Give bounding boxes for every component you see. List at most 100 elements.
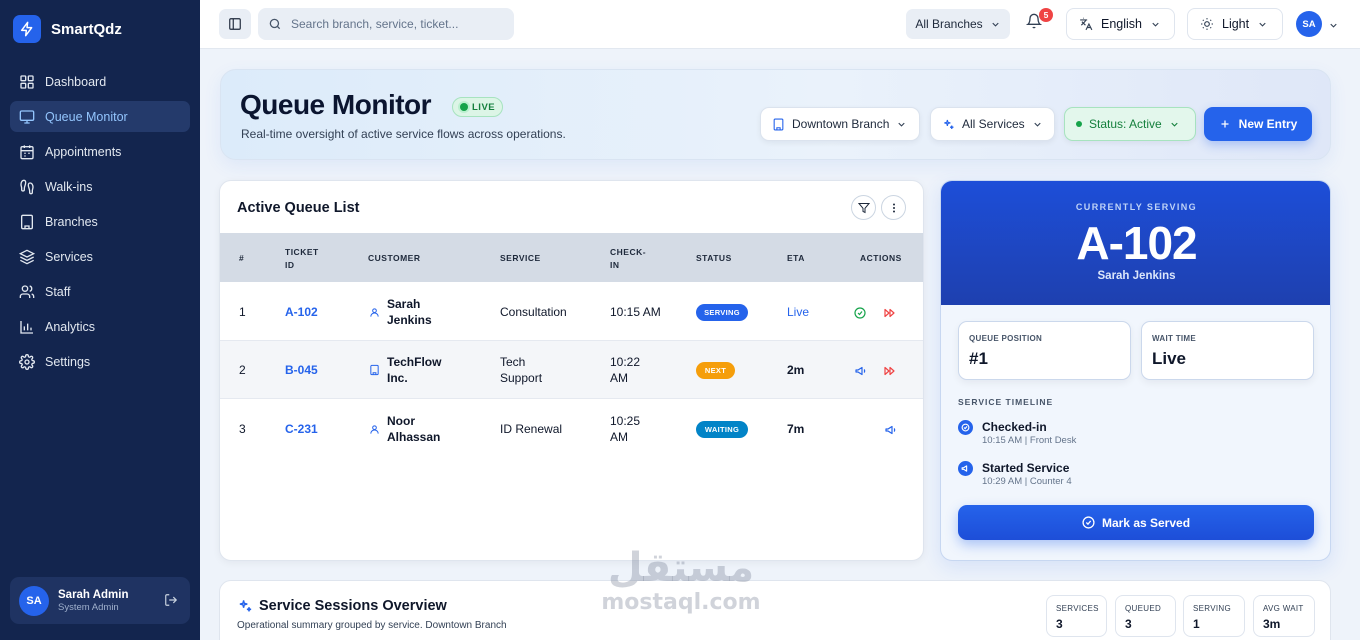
sparkles-icon	[237, 598, 253, 619]
stat-services: SERVICES 3	[1046, 595, 1107, 637]
brand[interactable]: SmartQdz	[13, 15, 122, 43]
timeline-event-name: Started Service	[982, 461, 1070, 475]
person-icon	[369, 422, 380, 440]
ticket-id-link[interactable]: B-045	[285, 362, 318, 378]
filter-icon	[857, 202, 870, 213]
avatar: SA	[19, 585, 49, 616]
megaphone-icon	[958, 461, 973, 476]
chevron-down-icon	[1034, 122, 1041, 127]
serving-label: CURRENTLY SERVING	[1075, 202, 1198, 212]
eta-value: 7m	[787, 422, 805, 436]
chevron-down-icon[interactable]	[1328, 18, 1339, 36]
stat-label: AVG WAIT	[1263, 604, 1304, 613]
row-number: 2	[239, 363, 246, 377]
megaphone-icon[interactable]	[884, 423, 897, 441]
language-dropdown[interactable]: English	[1066, 8, 1175, 40]
table-row[interactable]: 3 C-231 Noor Alhassan ID Renewal 10:25 AM …	[220, 399, 923, 457]
live-badge-label: LIVE	[472, 101, 496, 113]
customer-name-line2: Alhassan	[387, 430, 441, 444]
filter-button[interactable]	[851, 195, 876, 220]
stat-value: 3	[1056, 617, 1063, 631]
sessions-subtitle: Operational summary grouped by service. …	[237, 620, 507, 631]
branch-filter-dropdown[interactable]: All Branches	[906, 9, 1010, 39]
sidebar-item-queue-monitor[interactable]: Queue Monitor	[10, 101, 190, 132]
customer-name-line2: Inc.	[387, 371, 408, 385]
sidebar-item-label: Analytics	[45, 319, 96, 334]
sidebar-item-settings[interactable]: Settings	[10, 346, 190, 377]
wait-time-label: WAIT TIME	[1152, 334, 1197, 343]
col-number: #	[239, 253, 245, 263]
customer-name: Sarah Jenkins	[387, 296, 432, 328]
sun-icon	[1201, 18, 1213, 30]
megaphone-icon[interactable]	[854, 364, 867, 382]
user-name: Sarah Admin	[58, 588, 129, 601]
stat-avg-wait: AVG WAIT 3m	[1253, 595, 1315, 637]
fast-forward-icon[interactable]	[883, 306, 896, 324]
person-icon	[369, 305, 380, 323]
col-ticket-line2: ID	[285, 260, 295, 270]
chevron-down-icon	[898, 122, 906, 127]
eta-value: Live	[787, 305, 810, 319]
logout-icon[interactable]	[164, 593, 178, 612]
col-ticket-line1: TICKET	[285, 247, 319, 257]
customer-name-line2: Jenkins	[387, 313, 432, 327]
sidebar-toggle-button[interactable]	[219, 9, 251, 39]
status-badge: SERVING	[696, 304, 748, 321]
theme-dropdown[interactable]: Light	[1187, 8, 1283, 40]
sidebar-nav: Dashboard Queue Monitor Appointments Wal…	[10, 66, 190, 381]
services-dropdown-label: All Services	[962, 117, 1025, 131]
timeline-event-name: Checked-in	[982, 420, 1047, 434]
ticket-id-link[interactable]: C-231	[285, 421, 318, 437]
ticket-id-link[interactable]: A-102	[285, 304, 318, 320]
table-row[interactable]: 1 A-102 Sarah Jenkins Consultation 10:15 …	[220, 283, 923, 341]
sessions-title: Service Sessions Overview	[259, 598, 447, 614]
customer-name-line1: Sarah	[387, 297, 421, 311]
fast-forward-icon[interactable]	[883, 364, 896, 382]
sidebar-item-label: Branches	[45, 214, 98, 229]
sidebar-item-label: Settings	[45, 354, 91, 369]
check-circle-icon	[1082, 516, 1095, 529]
service-name: Tech Support	[500, 354, 542, 386]
monitor-icon	[19, 109, 35, 124]
col-service: SERVICE	[500, 253, 541, 263]
more-options-button[interactable]	[881, 195, 906, 220]
chevron-down-icon	[1259, 22, 1266, 27]
col-status: STATUS	[696, 253, 732, 263]
live-dot-icon	[460, 103, 468, 111]
stat-value: 3	[1125, 617, 1132, 631]
services-dropdown[interactable]: All Services	[930, 107, 1055, 141]
sidebar-item-services[interactable]: Services	[10, 241, 190, 272]
sidebar-item-dashboard[interactable]: Dashboard	[10, 66, 190, 97]
sidebar-item-label: Services	[45, 249, 93, 264]
checkin-time-line1: 10:25	[610, 414, 641, 428]
stat-label: QUEUED	[1125, 604, 1162, 613]
new-entry-button[interactable]: New Entry	[1204, 107, 1312, 141]
col-checkin: CHECK- IN	[610, 246, 646, 272]
branch-filter-label: All Branches	[915, 17, 983, 31]
panel-icon	[229, 18, 241, 30]
sidebar-item-branches[interactable]: Branches	[10, 206, 190, 237]
mark-as-served-button[interactable]: Mark as Served	[958, 505, 1314, 540]
building-icon	[773, 118, 784, 130]
branch-dropdown[interactable]: Downtown Branch	[760, 107, 920, 141]
stat-value: 3m	[1263, 617, 1281, 631]
col-checkin-line1: CHECK-	[610, 247, 647, 257]
table-header: # TICKET ID CUSTOMER SERVICE CHECK- IN STA…	[220, 233, 923, 282]
building-icon	[21, 214, 33, 229]
sidebar-item-appointments[interactable]: Appointments	[10, 136, 190, 167]
check-circle-icon[interactable]	[854, 306, 866, 324]
search-input[interactable]	[291, 17, 501, 31]
gear-icon	[19, 353, 35, 370]
table-row[interactable]: 2 B-045 TechFlow Inc. Tech Support 10:22 AM…	[220, 341, 923, 399]
sidebar-item-analytics[interactable]: Analytics	[10, 311, 190, 342]
user-avatar-button[interactable]: SA	[1296, 11, 1322, 37]
watermark: مستقل mostaql.com	[596, 546, 766, 616]
layers-icon	[19, 249, 35, 264]
sidebar-item-staff[interactable]: Staff	[10, 276, 190, 307]
page-header: Queue Monitor LIVE Real-time oversight o…	[220, 69, 1331, 160]
status-dropdown[interactable]: Status: Active	[1064, 107, 1196, 141]
stat-label: SERVICES	[1056, 604, 1099, 613]
sidebar-item-walk-ins[interactable]: Walk-ins	[10, 171, 190, 202]
user-card[interactable]: SA Sarah Admin System Admin	[10, 577, 190, 624]
branch-dropdown-label: Downtown Branch	[792, 117, 890, 131]
